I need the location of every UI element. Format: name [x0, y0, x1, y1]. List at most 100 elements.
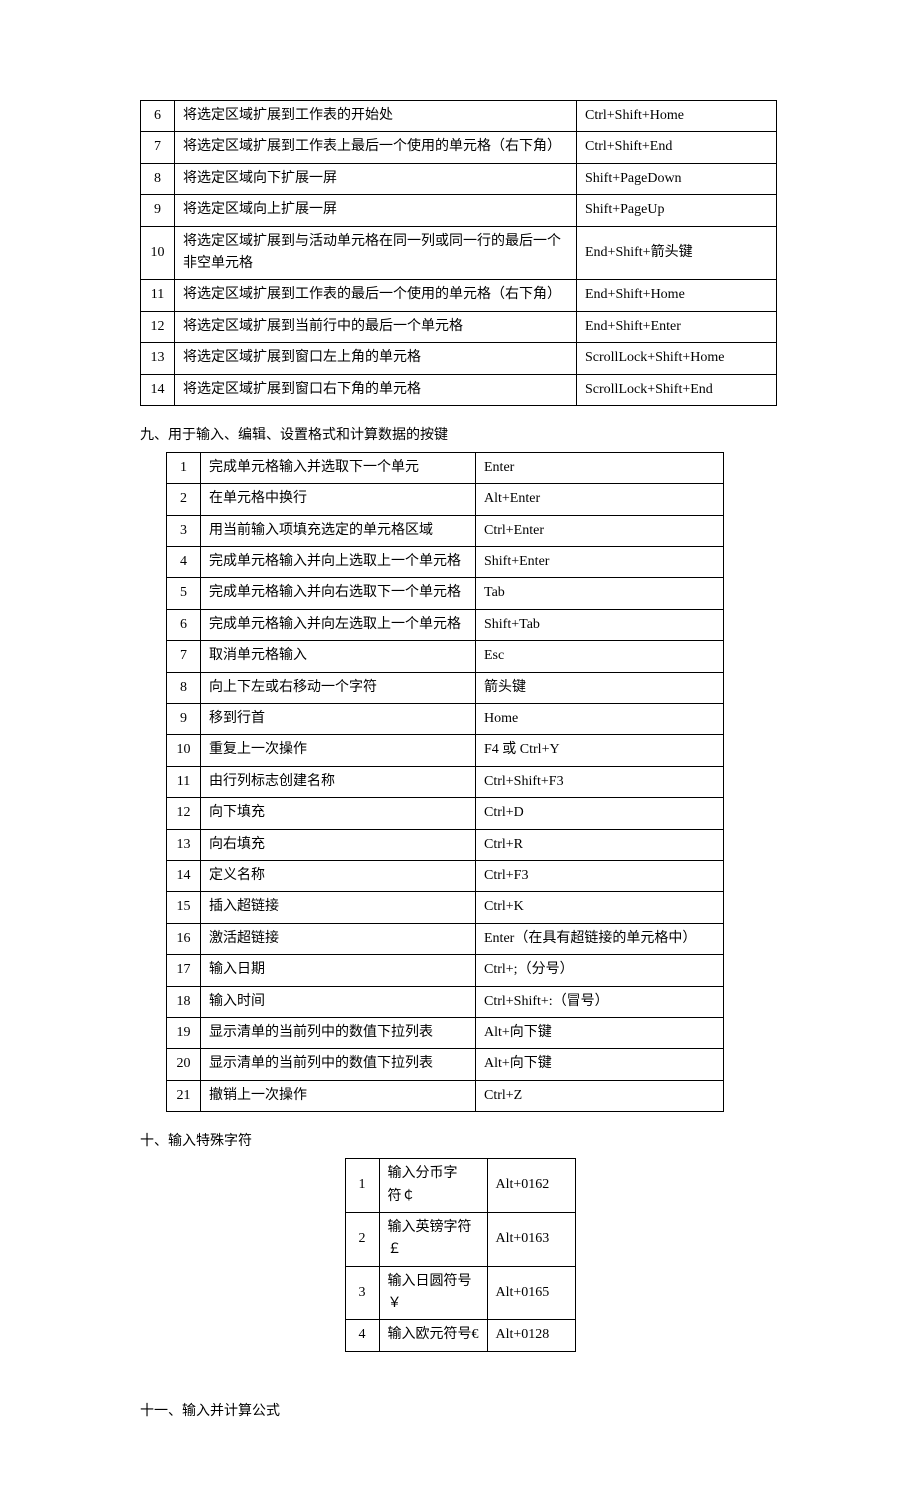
table-row: 14定义名称Ctrl+F3	[167, 860, 724, 891]
table-row: 5完成单元格输入并向右选取下一个单元格Tab	[167, 578, 724, 609]
table-row: 20显示清单的当前列中的数值下拉列表Alt+向下键	[167, 1049, 724, 1080]
row-description: 重复上一次操作	[201, 735, 476, 766]
row-description: 将选定区域向下扩展一屏	[175, 163, 577, 194]
row-shortcut: Alt+0128	[487, 1320, 575, 1351]
table-row: 17输入日期Ctrl+;（分号）	[167, 955, 724, 986]
row-description: 将选定区域扩展到窗口右下角的单元格	[175, 374, 577, 405]
row-number: 1	[345, 1159, 379, 1213]
table-row: 10重复上一次操作F4 或 Ctrl+Y	[167, 735, 724, 766]
row-description: 输入日圆符号￥	[379, 1266, 487, 1320]
table-row: 1输入分币字符￠Alt+0162	[345, 1159, 575, 1213]
section-heading-11: 十一、输入并计算公式	[140, 1400, 780, 1420]
shortcut-table-input: 1完成单元格输入并选取下一个单元Enter2在单元格中换行Alt+Enter3用…	[166, 452, 724, 1112]
row-shortcut: Ctrl+;（分号）	[476, 955, 724, 986]
row-description: 输入分币字符￠	[379, 1159, 487, 1213]
row-shortcut: Ctrl+K	[476, 892, 724, 923]
table-row: 9移到行首Home	[167, 704, 724, 735]
row-description: 完成单元格输入并向上选取上一个单元格	[201, 547, 476, 578]
row-number: 8	[141, 163, 175, 194]
row-shortcut: Shift+Tab	[476, 609, 724, 640]
row-number: 9	[141, 195, 175, 226]
row-number: 18	[167, 986, 201, 1017]
row-shortcut: Shift+Enter	[476, 547, 724, 578]
row-description: 将选定区域扩展到工作表上最后一个使用的单元格（右下角）	[175, 132, 577, 163]
table-row: 13将选定区域扩展到窗口左上角的单元格ScrollLock+Shift+Home	[141, 343, 777, 374]
table-row: 1完成单元格输入并选取下一个单元Enter	[167, 452, 724, 483]
row-shortcut: Ctrl+Shift+End	[577, 132, 777, 163]
table-row: 4完成单元格输入并向上选取上一个单元格Shift+Enter	[167, 547, 724, 578]
table-row: 2在单元格中换行Alt+Enter	[167, 484, 724, 515]
table-row: 8向上下左或右移动一个字符箭头键	[167, 672, 724, 703]
table-row: 12将选定区域扩展到当前行中的最后一个单元格End+Shift+Enter	[141, 311, 777, 342]
row-number: 10	[167, 735, 201, 766]
row-number: 3	[345, 1266, 379, 1320]
table-row: 16激活超链接Enter（在具有超链接的单元格中）	[167, 923, 724, 954]
row-number: 11	[167, 766, 201, 797]
row-shortcut: End+Shift+箭头键	[577, 226, 777, 280]
table-row: 12向下填充Ctrl+D	[167, 798, 724, 829]
row-description: 将选定区域向上扩展一屏	[175, 195, 577, 226]
table-row: 9将选定区域向上扩展一屏Shift+PageUp	[141, 195, 777, 226]
row-description: 向下填充	[201, 798, 476, 829]
row-number: 20	[167, 1049, 201, 1080]
row-number: 7	[141, 132, 175, 163]
row-description: 将选定区域扩展到窗口左上角的单元格	[175, 343, 577, 374]
row-description: 激活超链接	[201, 923, 476, 954]
table-row: 14将选定区域扩展到窗口右下角的单元格ScrollLock+Shift+End	[141, 374, 777, 405]
row-description: 定义名称	[201, 860, 476, 891]
row-number: 12	[167, 798, 201, 829]
row-number: 17	[167, 955, 201, 986]
row-number: 19	[167, 1017, 201, 1048]
row-description: 输入日期	[201, 955, 476, 986]
shortcut-table-special-chars: 1输入分币字符￠Alt+01622输入英镑字符￡Alt+01633输入日圆符号￥…	[345, 1158, 576, 1352]
table-row: 6将选定区域扩展到工作表的开始处Ctrl+Shift+Home	[141, 101, 777, 132]
row-shortcut: Enter（在具有超链接的单元格中）	[476, 923, 724, 954]
row-shortcut: Alt+0163	[487, 1212, 575, 1266]
row-shortcut: Home	[476, 704, 724, 735]
row-number: 2	[345, 1212, 379, 1266]
row-shortcut: Ctrl+Shift+F3	[476, 766, 724, 797]
row-number: 6	[167, 609, 201, 640]
row-number: 13	[141, 343, 175, 374]
row-shortcut: Alt+Enter	[476, 484, 724, 515]
row-description: 完成单元格输入并向右选取下一个单元格	[201, 578, 476, 609]
table-row: 11将选定区域扩展到工作表的最后一个使用的单元格（右下角）End+Shift+H…	[141, 280, 777, 311]
row-number: 15	[167, 892, 201, 923]
row-description: 输入欧元符号€	[379, 1320, 487, 1351]
row-shortcut: 箭头键	[476, 672, 724, 703]
row-shortcut: Tab	[476, 578, 724, 609]
row-description: 将选定区域扩展到工作表的最后一个使用的单元格（右下角）	[175, 280, 577, 311]
row-number: 4	[167, 547, 201, 578]
row-number: 1	[167, 452, 201, 483]
row-description: 输入英镑字符￡	[379, 1212, 487, 1266]
table-row: 4输入欧元符号€Alt+0128	[345, 1320, 575, 1351]
row-description: 由行列标志创建名称	[201, 766, 476, 797]
row-shortcut: Alt+0162	[487, 1159, 575, 1213]
row-shortcut: End+Shift+Home	[577, 280, 777, 311]
table-row: 6完成单元格输入并向左选取上一个单元格Shift+Tab	[167, 609, 724, 640]
row-description: 将选定区域扩展到当前行中的最后一个单元格	[175, 311, 577, 342]
row-number: 3	[167, 515, 201, 546]
row-description: 插入超链接	[201, 892, 476, 923]
row-number: 14	[167, 860, 201, 891]
row-number: 13	[167, 829, 201, 860]
row-number: 16	[167, 923, 201, 954]
table-row: 2输入英镑字符￡Alt+0163	[345, 1212, 575, 1266]
row-description: 将选定区域扩展到工作表的开始处	[175, 101, 577, 132]
row-shortcut: Ctrl+D	[476, 798, 724, 829]
table-row: 7取消单元格输入Esc	[167, 641, 724, 672]
row-number: 5	[167, 578, 201, 609]
table-row: 21撤销上一次操作Ctrl+Z	[167, 1080, 724, 1111]
row-number: 4	[345, 1320, 379, 1351]
row-shortcut: Ctrl+R	[476, 829, 724, 860]
row-description: 显示清单的当前列中的数值下拉列表	[201, 1049, 476, 1080]
row-description: 显示清单的当前列中的数值下拉列表	[201, 1017, 476, 1048]
row-number: 11	[141, 280, 175, 311]
row-description: 取消单元格输入	[201, 641, 476, 672]
row-shortcut: F4 或 Ctrl+Y	[476, 735, 724, 766]
table-row: 19显示清单的当前列中的数值下拉列表Alt+向下键	[167, 1017, 724, 1048]
row-description: 移到行首	[201, 704, 476, 735]
row-shortcut: Ctrl+Enter	[476, 515, 724, 546]
row-description: 向右填充	[201, 829, 476, 860]
row-description: 将选定区域扩展到与活动单元格在同一列或同一行的最后一个非空单元格	[175, 226, 577, 280]
